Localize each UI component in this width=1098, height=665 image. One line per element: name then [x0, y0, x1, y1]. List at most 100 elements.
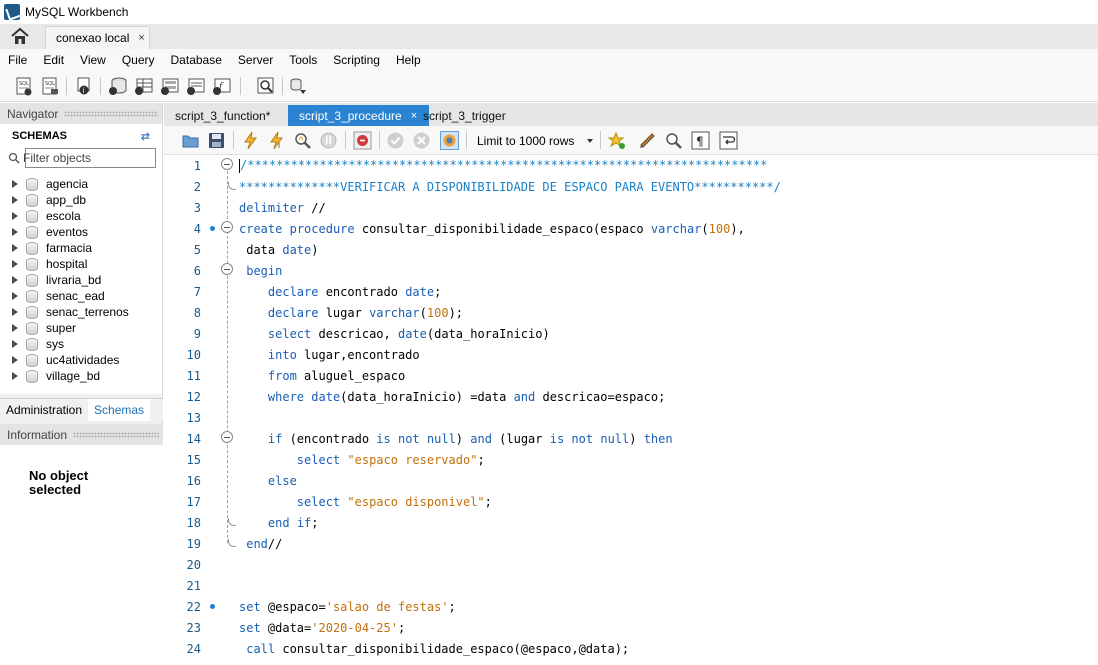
find-replace-icon[interactable] — [664, 131, 683, 150]
schema-item[interactable]: senac_ead — [0, 288, 162, 304]
tab-administration[interactable]: Administration — [0, 399, 88, 421]
code-line[interactable]: 8 declare lugar varchar(100); — [164, 302, 1098, 323]
schema-item[interactable]: hospital — [0, 256, 162, 272]
expand-arrow-icon[interactable] — [12, 228, 18, 236]
execute-icon[interactable] — [241, 131, 260, 150]
code-line[interactable]: 22 set @espaco='salao de festas'; — [164, 596, 1098, 617]
code-line[interactable]: 4 create procedure consultar_disponibilid… — [164, 218, 1098, 239]
word-wrap-icon[interactable] — [719, 131, 738, 150]
close-icon[interactable]: × — [138, 32, 144, 44]
expand-arrow-icon[interactable] — [12, 340, 18, 348]
schema-item[interactable]: agencia — [0, 176, 162, 192]
tab-script-3-trigger[interactable]: script_3_trigger — [412, 105, 518, 126]
invisible-characters-icon[interactable]: ¶ — [691, 131, 710, 150]
search-table-data-icon[interactable] — [256, 76, 276, 96]
expand-arrow-icon[interactable] — [12, 324, 18, 332]
schema-item[interactable]: village_bd — [0, 368, 162, 384]
schema-item[interactable]: app_db — [0, 192, 162, 208]
expand-arrow-icon[interactable] — [12, 180, 18, 188]
code-line[interactable]: 24 call consultar_disponibilidade_espaco… — [164, 638, 1098, 659]
code-line[interactable]: 6 begin — [164, 260, 1098, 281]
expand-arrow-icon[interactable] — [12, 292, 18, 300]
refresh-icon[interactable]: ⇄ — [141, 130, 150, 143]
menu-file[interactable]: File — [0, 53, 35, 67]
expand-arrow-icon[interactable] — [12, 372, 18, 380]
code-line[interactable]: 2 **************VERIFICAR A DISPONIBILIDA… — [164, 176, 1098, 197]
menu-tools[interactable]: Tools — [281, 53, 325, 67]
expand-arrow-icon[interactable] — [12, 308, 18, 316]
open-folder-icon[interactable] — [181, 131, 200, 150]
expand-arrow-icon[interactable] — [12, 244, 18, 252]
create-function-icon[interactable]: f — [212, 76, 232, 96]
schema-item[interactable]: eventos — [0, 224, 162, 240]
expand-arrow-icon[interactable] — [12, 212, 18, 220]
stop-icon[interactable] — [319, 131, 338, 150]
commit-icon[interactable] — [386, 131, 405, 150]
schema-item[interactable]: super — [0, 320, 162, 336]
code-line[interactable]: 20 — [164, 554, 1098, 575]
explain-icon[interactable] — [293, 131, 312, 150]
code-line[interactable]: 7 declare encontrado date; — [164, 281, 1098, 302]
tab-script-3-procedure[interactable]: script_3_procedure × — [288, 105, 430, 126]
menu-edit[interactable]: Edit — [35, 53, 72, 67]
expand-arrow-icon[interactable] — [12, 356, 18, 364]
code-line[interactable]: 16 else — [164, 470, 1098, 491]
reconnect-icon[interactable] — [288, 76, 308, 96]
menu-scripting[interactable]: Scripting — [325, 53, 388, 67]
tab-script-3-function[interactable]: script_3_function* — [164, 105, 282, 126]
code-line[interactable]: 12 where date(data_horaInicio) =data and… — [164, 386, 1098, 407]
inspector-icon[interactable]: i — [74, 76, 94, 96]
limit-rows-select[interactable]: Limit to 1000 rows — [469, 131, 597, 150]
code-line[interactable]: 11 from aluguel_espaco — [164, 365, 1098, 386]
code-line[interactable]: 15 select "espaco reservado"; — [164, 449, 1098, 470]
code-line[interactable]: 21 — [164, 575, 1098, 596]
menu-server[interactable]: Server — [230, 53, 281, 67]
code-line[interactable]: 23 set @data='2020-04-25'; — [164, 617, 1098, 638]
menu-help[interactable]: Help — [388, 53, 429, 67]
code-line[interactable]: 19 end// — [164, 533, 1098, 554]
home-icon[interactable] — [10, 27, 30, 45]
code-text: where date(data_horaInicio) =data and de… — [267, 389, 666, 404]
menu-query[interactable]: Query — [114, 53, 163, 67]
create-view-icon[interactable] — [160, 76, 180, 96]
code-line[interactable]: 5 data date) — [164, 239, 1098, 260]
code-line[interactable]: 10 into lugar,encontrado — [164, 344, 1098, 365]
code-line[interactable]: 9 select descricao, date(data_horaInicio… — [164, 323, 1098, 344]
menu-view[interactable]: View — [72, 53, 114, 67]
schema-name: senac_ead — [46, 289, 105, 303]
create-table-icon[interactable] — [134, 76, 154, 96]
beautify-icon[interactable] — [638, 131, 657, 150]
code-line[interactable]: 13 — [164, 407, 1098, 428]
tab-schemas[interactable]: Schemas — [88, 399, 151, 421]
code-line[interactable]: 3 delimiter // — [164, 197, 1098, 218]
schema-item[interactable]: livraria_bd — [0, 272, 162, 288]
expand-arrow-icon[interactable] — [12, 276, 18, 284]
rollback-icon[interactable] — [412, 131, 431, 150]
schema-item[interactable]: escola — [0, 208, 162, 224]
add-snippet-icon[interactable] — [607, 131, 626, 150]
new-sql-tab-icon[interactable]: SQL — [14, 76, 34, 96]
toggle-stop-on-error-icon[interactable] — [353, 131, 372, 150]
code-line[interactable]: 17 select "espaco disponivel"; — [164, 491, 1098, 512]
filter-objects-input[interactable]: Filter objects — [8, 148, 156, 168]
connection-tab[interactable]: conexao local × — [45, 26, 150, 49]
schema-item[interactable]: senac_terrenos — [0, 304, 162, 320]
code-line[interactable]: 18 end if; — [164, 512, 1098, 533]
database-icon — [26, 369, 38, 383]
schema-item[interactable]: sys — [0, 336, 162, 352]
open-sql-script-icon[interactable]: SQL — [40, 76, 60, 96]
sql-code-editor[interactable]: 1 /**************************************… — [164, 155, 1098, 665]
schema-item[interactable]: uc4atividades — [0, 352, 162, 368]
code-line[interactable]: 14 if (encontrado is not null) and (luga… — [164, 428, 1098, 449]
expand-arrow-icon[interactable] — [12, 196, 18, 204]
menu-database[interactable]: Database — [163, 53, 230, 67]
schema-item[interactable]: farmacia — [0, 240, 162, 256]
code-line[interactable]: 1 /**************************************… — [164, 155, 1098, 176]
autocommit-toggle-icon[interactable] — [440, 131, 459, 150]
connection-tab-label: conexao local — [56, 31, 130, 45]
create-procedure-icon[interactable] — [186, 76, 206, 96]
save-icon[interactable] — [207, 131, 226, 150]
create-schema-icon[interactable] — [108, 76, 128, 96]
expand-arrow-icon[interactable] — [12, 260, 18, 268]
execute-current-icon[interactable]: I — [267, 131, 286, 150]
